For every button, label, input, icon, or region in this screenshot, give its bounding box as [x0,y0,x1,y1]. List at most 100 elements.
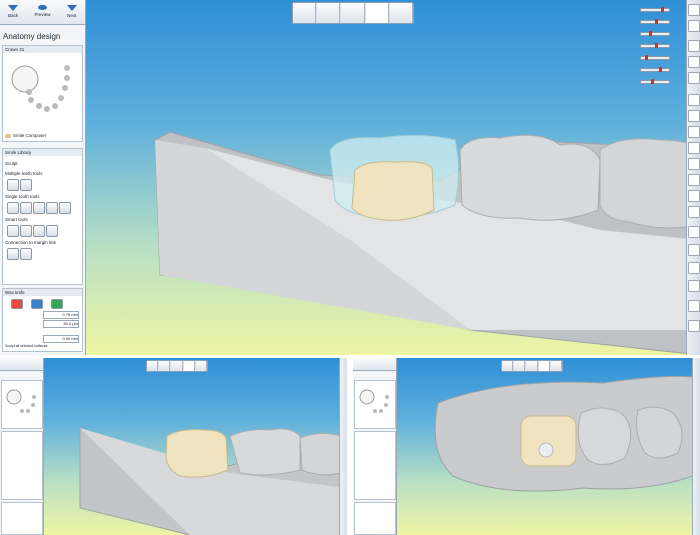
navigation-bar: Back Preview Next [0,0,85,25]
right-tool-6[interactable] [688,94,700,106]
crown-side [165,429,229,478]
opacity-slider-6[interactable] [640,67,670,72]
right-toolbar-small-1 [339,358,347,535]
opacity-slider-4[interactable] [640,43,670,48]
smart-tool-2[interactable] [20,225,32,237]
wax-knife-header: Wax knife [3,289,82,296]
tooth-right-1 [459,134,601,221]
multiple-teeth-label: Multiple teeth tools [5,171,43,176]
tooth-chart-small-1[interactable] [2,381,42,421]
crown-box-small-1 [1,380,43,429]
small2-toolbar-button-2[interactable] [514,361,526,371]
small2-toolbar-button-1[interactable] [502,361,514,371]
remove-material-button[interactable] [31,299,43,309]
margin-tool-1[interactable] [7,248,19,260]
opacity-slider-7[interactable] [640,79,670,84]
multi-tool-1[interactable] [7,179,19,191]
tooth-chart-small-2[interactable] [355,381,395,421]
single-tool-5[interactable] [59,202,71,214]
right-tool-8[interactable] [688,126,700,138]
smart-tool-4[interactable] [46,225,58,237]
right-tool-9[interactable] [688,142,700,154]
right-toolbar [686,0,700,355]
smile-library-header[interactable]: Smile Library [3,149,82,156]
next-button[interactable]: Next [66,0,77,24]
small2-toolbar-button-3[interactable] [526,361,538,371]
small-toolbar-button-1[interactable] [147,361,159,371]
toolbar-button-4[interactable] [365,3,389,23]
crown-box-small-2 [354,380,396,429]
right-tool-15[interactable] [688,244,700,256]
opacity-slider-5[interactable] [640,55,670,60]
right-tool-2[interactable] [688,20,700,32]
right-tool-13[interactable] [688,206,700,218]
right-tool-17[interactable] [688,280,700,292]
right-tool-11[interactable] [688,174,700,186]
small-toolbar-button-4[interactable] [183,361,195,371]
sculpt-checkbox-label[interactable]: Sculpt all selected surfaces [5,344,47,348]
smooth-material-button[interactable] [51,299,63,309]
back-button[interactable]: Back [8,0,18,24]
bottom-left-viewport[interactable] [0,358,347,535]
next-arrow-icon [66,5,77,11]
single-tool-1[interactable] [7,202,19,214]
small-toolbar-button-5[interactable] [195,361,208,371]
crown-core [351,161,435,221]
connection-margin-label: Connection to margin line [5,240,57,245]
next-label: Next [67,13,77,18]
small-toolbar-button-2[interactable] [159,361,171,371]
opacity-slider-2[interactable] [640,19,670,24]
single-tool-2[interactable] [20,202,32,214]
right-tool-16[interactable] [688,262,700,274]
small2-toolbar-button-4[interactable] [538,361,550,371]
single-tooth-label: Single tooth tools [5,194,40,199]
single-tool-3[interactable] [33,202,45,214]
opacity-slider-1[interactable] [640,7,670,12]
3d-model-view[interactable] [0,0,700,355]
sculpt-header: Sculpt [5,161,18,166]
offset-field[interactable]: 0.00 mm [43,335,79,343]
back-arrow-icon [8,5,19,11]
multi-tool-2[interactable] [20,179,32,191]
toolbar-button-5[interactable] [389,3,414,23]
tooth-chart[interactable] [3,54,82,124]
back-label: Back [8,13,19,18]
right-tool-7[interactable] [688,110,700,122]
add-material-button[interactable] [11,299,23,309]
right-tool-10[interactable] [688,158,700,170]
toolbar-button-1[interactable] [293,3,317,23]
margin-tool-2[interactable] [20,248,32,260]
right-tool-19[interactable] [688,320,700,332]
right-toolbar-small-2 [692,358,700,535]
right-tool-1[interactable] [688,4,700,16]
small-toolbar-button-3[interactable] [171,361,183,371]
bottom-right-viewport[interactable] [353,358,700,535]
right-tool-3[interactable] [688,40,700,52]
right-tool-12[interactable] [688,190,700,202]
view-sliders [640,4,684,94]
small2-toolbar-button-5[interactable] [550,361,563,371]
3d-model-view-side[interactable] [0,358,347,535]
step-field[interactable]: 50.0 µm [43,320,79,328]
smart-tool-3[interactable] [33,225,45,237]
toolbar-button-2[interactable] [317,3,341,23]
single-tool-4[interactable] [46,202,58,214]
navigation-bar-small-2 [353,358,396,371]
smart-tool-1[interactable] [7,225,19,237]
main-viewport[interactable]: Back Preview Next Anatomy design Crown 3… [0,0,700,355]
left-panel: Back Preview Next Anatomy design Crown 3… [0,0,86,355]
right-tool-5[interactable] [688,72,700,84]
preview-button[interactable]: Preview [34,0,51,24]
right-tool-4[interactable] [688,56,700,68]
tooth-side-2 [299,432,341,476]
top-toolbar-small-2 [501,360,563,372]
size-field[interactable]: 0.76 mm [43,311,79,319]
right-tool-18[interactable] [688,300,700,312]
opacity-slider-3[interactable] [640,31,670,36]
crown-occlusal [520,415,577,467]
toolbar-button-3[interactable] [341,3,365,23]
smile-composer-row[interactable]: Smile Composer [3,133,46,138]
tooth-right-2 [599,138,700,229]
3d-model-view-occlusal[interactable] [353,358,700,535]
right-tool-14[interactable] [688,226,700,238]
